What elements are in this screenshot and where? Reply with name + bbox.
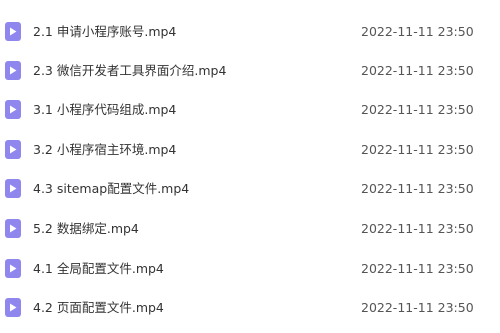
- file-row[interactable]: 4.2 页面配置文件.mp4 2022-11-11 23:50: [0, 294, 500, 322]
- file-row[interactable]: 5.2 数据绑定.mp4 2022-11-11 23:50: [0, 215, 500, 243]
- file-modified-date: 2022-11-11 23:50: [361, 142, 474, 157]
- file-modified-date: 2022-11-11 23:50: [361, 300, 474, 315]
- file-name: 4.3 sitemap配置文件.mp4: [33, 181, 190, 196]
- file-name: 4.2 页面配置文件.mp4: [33, 300, 164, 315]
- file-name: 4.1 全局配置文件.mp4: [33, 261, 164, 276]
- file-name: 2.3 微信开发者工具界面介绍.mp4: [33, 63, 227, 78]
- file-row[interactable]: 3.2 小程序宿主环境.mp4 2022-11-11 23:50: [0, 136, 500, 164]
- file-row[interactable]: 2.3 微信开发者工具界面介绍.mp4 2022-11-11 23:50: [0, 57, 500, 85]
- file-modified-date: 2022-11-11 23:50: [361, 102, 474, 117]
- video-file-icon: [5, 100, 21, 119]
- file-row[interactable]: 4.1 全局配置文件.mp4 2022-11-11 23:50: [0, 255, 500, 283]
- video-file-icon: [5, 219, 21, 238]
- file-list: 2.1 申请小程序账号.mp4 2022-11-11 23:50 2.3 微信开…: [0, 0, 500, 333]
- file-row[interactable]: 4.3 sitemap配置文件.mp4 2022-11-11 23:50: [0, 175, 500, 203]
- video-file-icon: [5, 61, 21, 80]
- video-file-icon: [5, 298, 21, 317]
- file-name: 3.2 小程序宿主环境.mp4: [33, 142, 177, 157]
- file-modified-date: 2022-11-11 23:50: [361, 63, 474, 78]
- file-modified-date: 2022-11-11 23:50: [361, 181, 474, 196]
- file-row[interactable]: 3.1 小程序代码组成.mp4 2022-11-11 23:50: [0, 96, 500, 124]
- file-name: 2.1 申请小程序账号.mp4: [33, 24, 177, 39]
- video-file-icon: [5, 259, 21, 278]
- video-file-icon: [5, 179, 21, 198]
- file-modified-date: 2022-11-11 23:50: [361, 221, 474, 236]
- file-name: 5.2 数据绑定.mp4: [33, 221, 139, 236]
- file-modified-date: 2022-11-11 23:50: [361, 261, 474, 276]
- file-modified-date: 2022-11-11 23:50: [361, 24, 474, 39]
- video-file-icon: [5, 140, 21, 159]
- video-file-icon: [5, 22, 21, 41]
- file-row[interactable]: 2.1 申请小程序账号.mp4 2022-11-11 23:50: [0, 18, 500, 46]
- file-name: 3.1 小程序代码组成.mp4: [33, 102, 177, 117]
